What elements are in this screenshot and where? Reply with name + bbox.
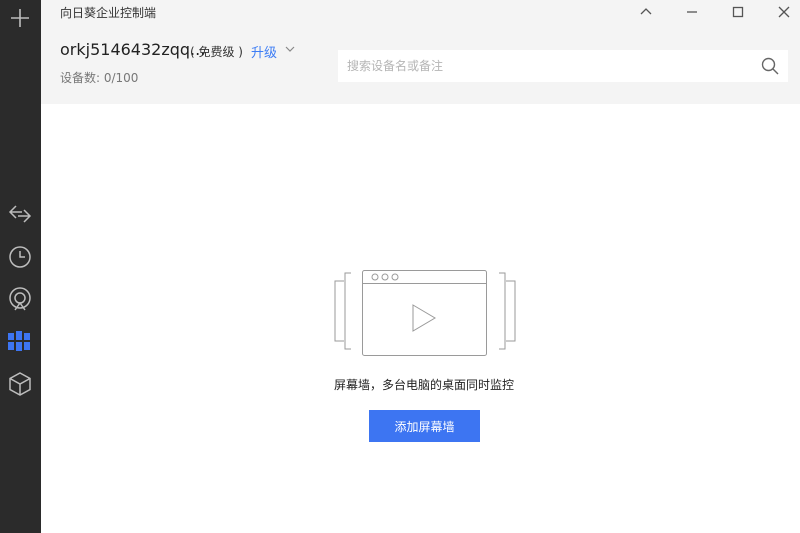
discovery-icon[interactable] — [6, 285, 34, 313]
add-screen-wall-button[interactable]: 添加屏幕墙 — [369, 410, 480, 442]
upgrade-link[interactable]: 升级 — [251, 42, 277, 61]
screen-wall-icon[interactable] — [6, 327, 34, 355]
app-title: 向日葵企业控制端 — [60, 6, 157, 20]
collapse-icon[interactable] — [637, 3, 655, 21]
plan-label: ( 免费级 ) — [190, 45, 243, 59]
search-input[interactable] — [338, 50, 747, 82]
empty-state-message: 屏幕墙，多台电脑的桌面同时监控 — [333, 378, 514, 392]
minimize-icon[interactable] — [683, 3, 701, 21]
chevron-down-icon[interactable] — [284, 43, 296, 55]
add-icon[interactable] — [8, 6, 32, 30]
account-name: orkj5146432zqq... — [60, 40, 206, 59]
search-box — [338, 50, 788, 82]
history-clock-icon[interactable] — [6, 243, 34, 271]
screen-wall-illustration — [334, 270, 516, 356]
header: 向日葵企业控制端 orkj5146432zqq... ( 免费级 ) 升级 设备… — [41, 0, 800, 104]
device-count: 设备数: 0/100 — [60, 71, 139, 85]
maximize-icon[interactable] — [729, 3, 747, 21]
search-icon[interactable] — [761, 57, 779, 75]
close-icon[interactable] — [775, 3, 793, 21]
sidebar — [0, 0, 41, 533]
remote-control-icon[interactable] — [6, 200, 34, 228]
